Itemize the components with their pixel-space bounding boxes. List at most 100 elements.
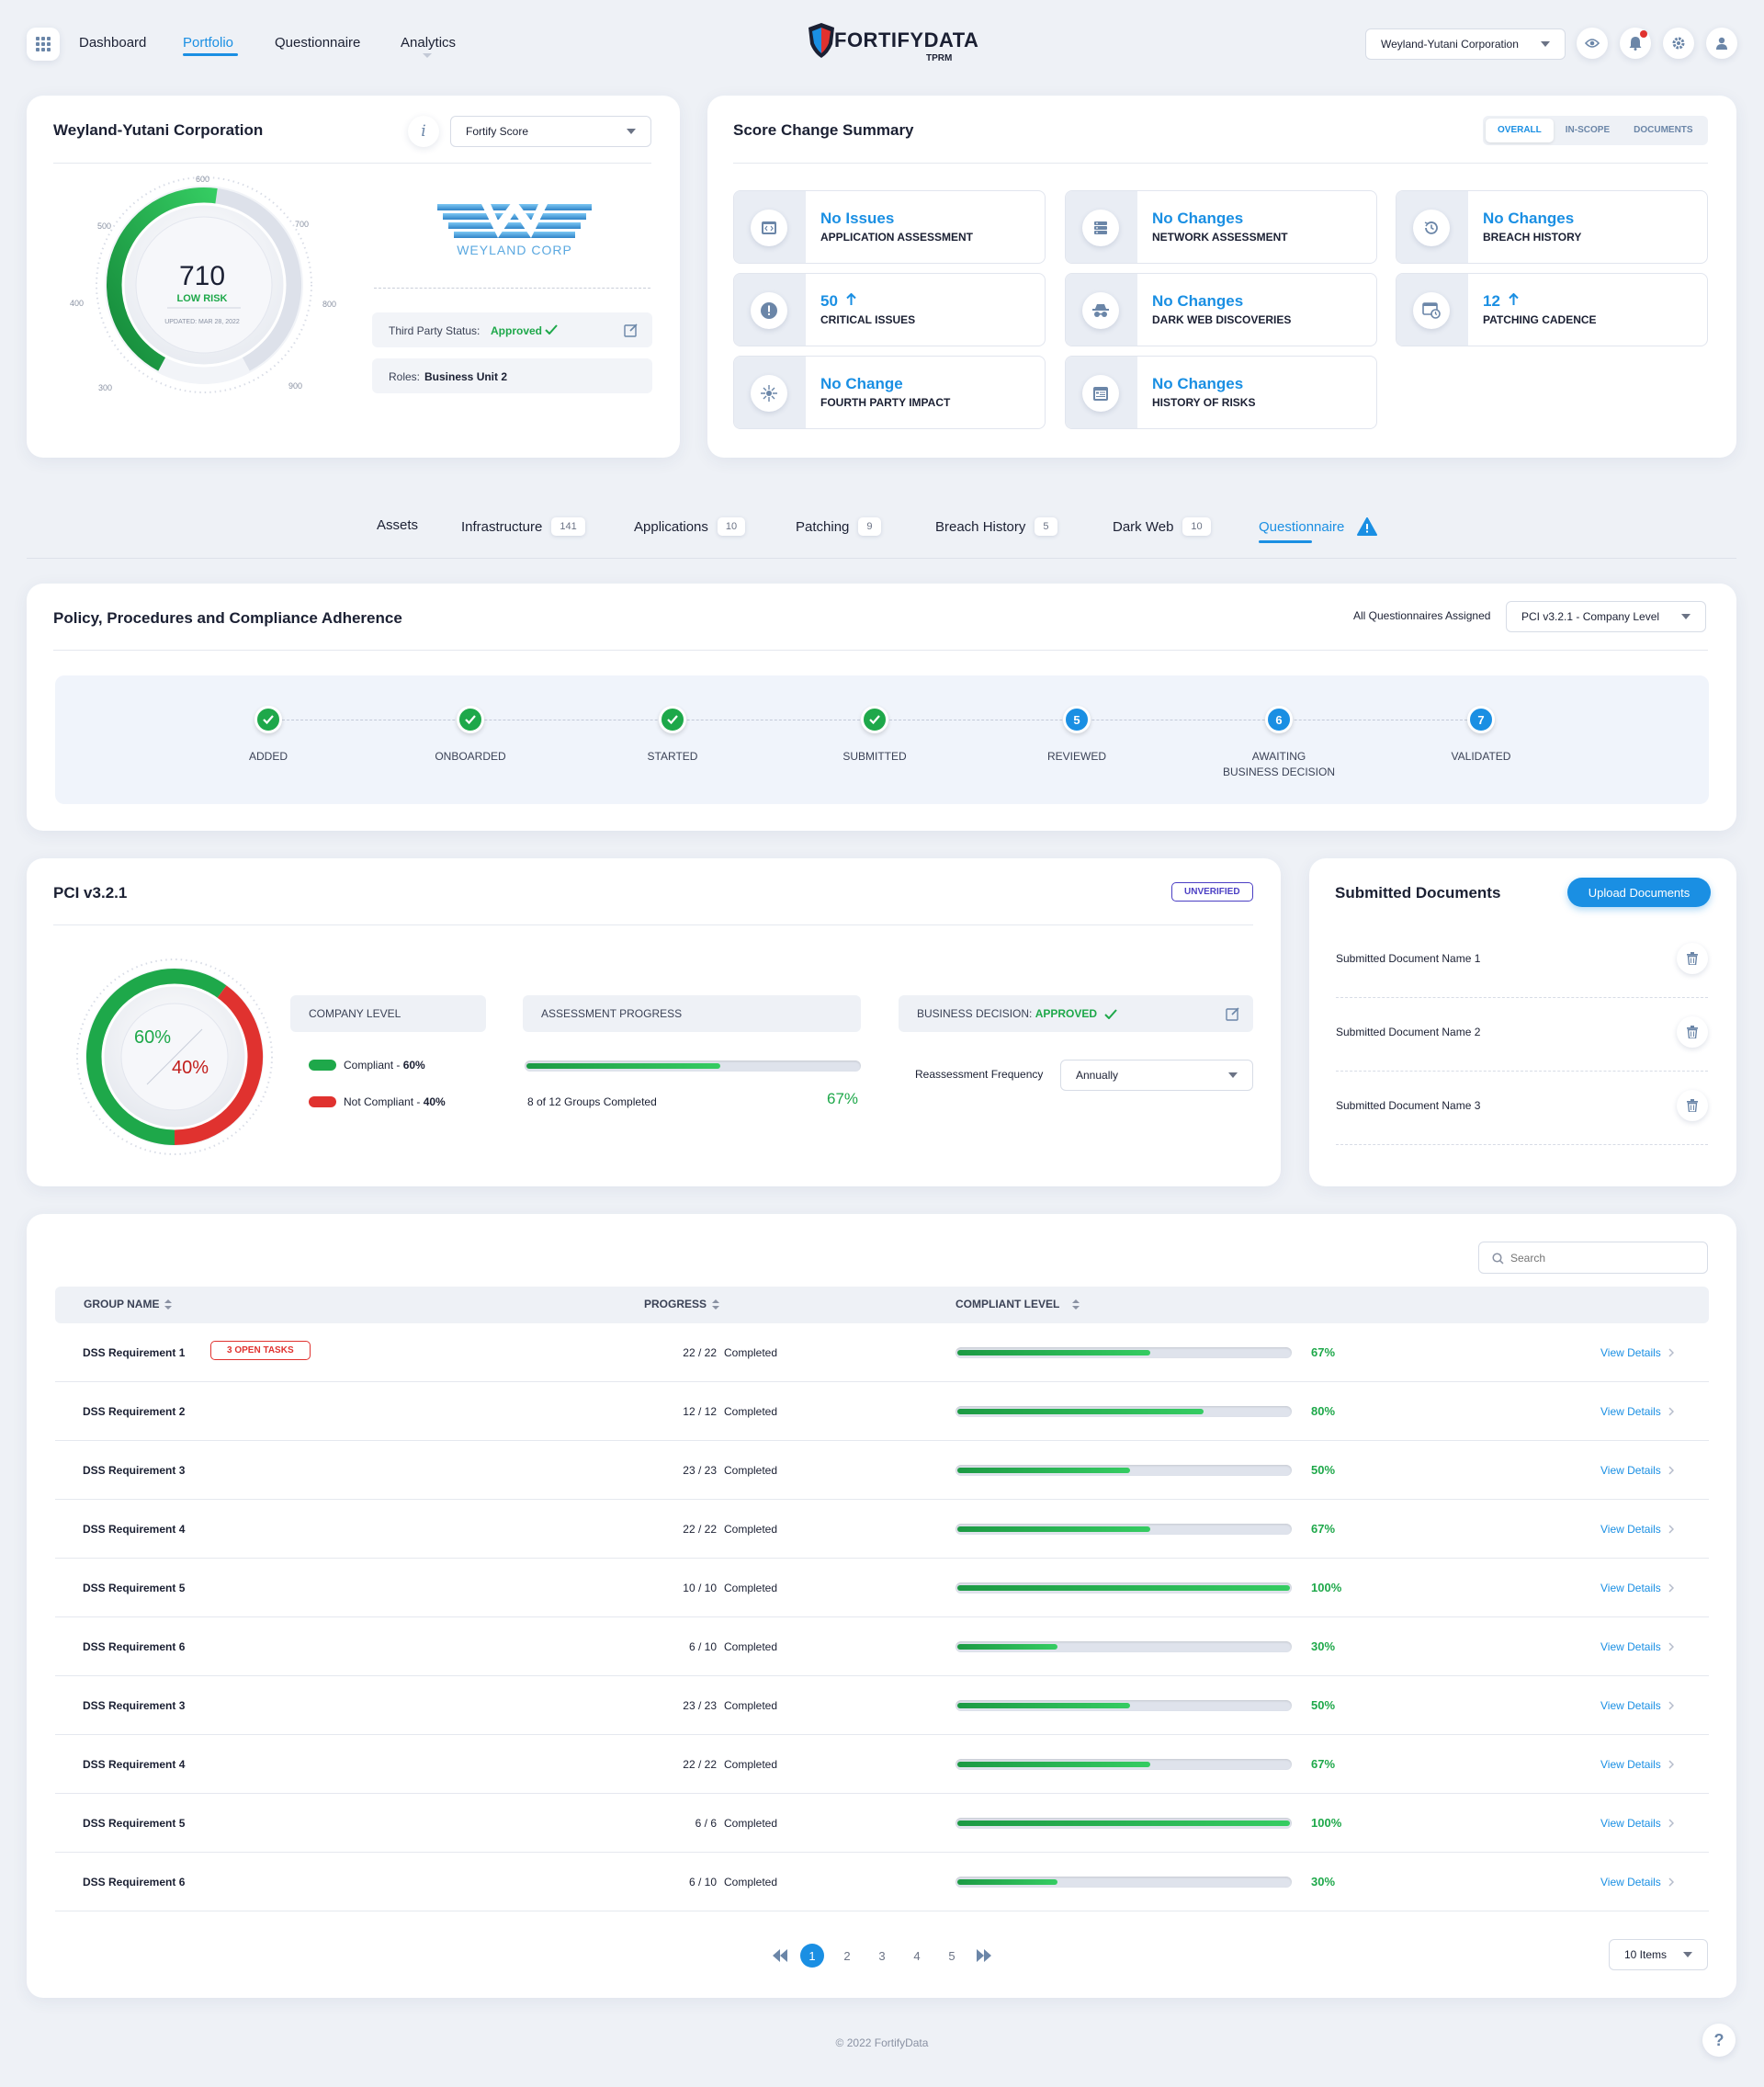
summary-card[interactable]: No Changes DARK WEB DISCOVERIES xyxy=(1065,273,1377,346)
brand-name: FORTIFYDATA xyxy=(834,28,979,51)
step-label-line: SUBMITTED xyxy=(842,750,907,763)
divider xyxy=(53,163,651,164)
gauge-mark: 700 xyxy=(295,220,310,229)
search-icon xyxy=(1492,1253,1504,1265)
summary-card-value: No Issues xyxy=(820,210,895,227)
summary-card[interactable]: No Issues APPLICATION ASSESSMENT xyxy=(733,190,1046,264)
score-summary-title: Score Change Summary xyxy=(733,121,914,139)
page-2-button[interactable]: 2 xyxy=(835,1944,859,1968)
last-page-button[interactable] xyxy=(976,1949,992,1962)
step-label-line: ADDED xyxy=(248,750,288,763)
gauge-mark: 900 xyxy=(288,381,303,391)
view-details-link[interactable]: View Details xyxy=(1600,1640,1674,1653)
summary-card[interactable]: 12 PATCHING CADENCE xyxy=(1396,273,1708,346)
calendar-icon xyxy=(1082,375,1119,412)
info-button[interactable]: i xyxy=(408,116,439,147)
nav-dashboard[interactable]: Dashboard xyxy=(79,35,146,51)
tab-count-badge: 141 xyxy=(551,517,585,536)
items-per-page-select[interactable]: 10 Items xyxy=(1609,1939,1708,1970)
compliance-percent: 50% xyxy=(1311,1698,1336,1712)
summary-card[interactable]: No Changes BREACH HISTORY xyxy=(1396,190,1708,264)
questionnaire-select[interactable]: PCI v3.2.1 - Company Level xyxy=(1506,601,1706,632)
help-button[interactable]: ? xyxy=(1702,2024,1736,2057)
col-progress[interactable]: PROGRESS xyxy=(644,1298,720,1310)
view-button[interactable] xyxy=(1577,28,1608,59)
tab-patching[interactable]: Patching 9 xyxy=(796,517,881,536)
summary-card[interactable]: No Changes NETWORK ASSESSMENT xyxy=(1065,190,1377,264)
step-submitted-label: SUBMITTED xyxy=(801,749,948,765)
view-details-label: View Details xyxy=(1600,1523,1661,1536)
table-row: DSS Requirement 2 12 / 12 Completed 80% View… xyxy=(55,1382,1709,1441)
apps-menu-button[interactable] xyxy=(27,28,60,61)
compliance-donut: 60% 40% xyxy=(74,956,276,1158)
upload-documents-button[interactable]: Upload Documents xyxy=(1567,878,1711,907)
delete-document-button[interactable] xyxy=(1677,1016,1708,1048)
chevron-right-icon xyxy=(1668,1819,1674,1828)
delete-document-button[interactable] xyxy=(1677,1090,1708,1121)
tab-assets[interactable]: Assets xyxy=(377,517,418,533)
first-page-button[interactable] xyxy=(772,1949,788,1962)
document-name[interactable]: Submitted Document Name 2 xyxy=(1336,1026,1480,1038)
compliance-percent: 50% xyxy=(1311,1463,1336,1477)
segment-overall[interactable]: OVERALL xyxy=(1486,119,1554,142)
divider xyxy=(53,650,1708,651)
brand-sub: TPRM xyxy=(926,53,953,63)
edit-decision-icon[interactable] xyxy=(1226,1006,1240,1021)
tab-questionnaire[interactable]: Questionnaire xyxy=(1259,517,1378,536)
spy-icon xyxy=(1082,292,1119,329)
view-details-link[interactable]: View Details xyxy=(1600,1405,1674,1418)
roles-label: Roles: xyxy=(389,370,421,383)
summary-card[interactable]: No Changes HISTORY OF RISKS xyxy=(1065,356,1377,429)
tab-breach-history[interactable]: Breach History 5 xyxy=(935,517,1057,536)
col-group-name[interactable]: GROUP NAME xyxy=(84,1298,173,1310)
check-icon xyxy=(667,715,678,724)
donut-svg xyxy=(76,958,273,1155)
settings-button[interactable] xyxy=(1663,28,1694,59)
edit-status-icon[interactable] xyxy=(624,323,639,337)
open-tasks-badge[interactable]: 3 OPEN TASKS xyxy=(210,1341,311,1360)
view-details-link[interactable]: View Details xyxy=(1600,1876,1674,1889)
page-5-button[interactable]: 5 xyxy=(940,1944,964,1968)
check-icon xyxy=(465,715,476,724)
view-details-link[interactable]: View Details xyxy=(1600,1758,1674,1771)
summary-card-label: PATCHING CADENCE xyxy=(1483,313,1597,326)
profile-button[interactable] xyxy=(1706,28,1737,59)
compliance-bar xyxy=(956,1582,1292,1594)
view-details-link[interactable]: View Details xyxy=(1600,1464,1674,1477)
compliance-percent: 67% xyxy=(1311,1345,1336,1359)
tab-infrastructure[interactable]: Infrastructure 141 xyxy=(461,517,585,536)
nav-questionnaire[interactable]: Questionnaire xyxy=(275,35,360,51)
score-type-select[interactable]: Fortify Score xyxy=(450,116,651,147)
segment-documents[interactable]: DOCUMENTS xyxy=(1622,119,1704,142)
document-name[interactable]: Submitted Document Name 3 xyxy=(1336,1099,1480,1112)
search-input[interactable] xyxy=(1510,1249,1694,1267)
page-1-button[interactable]: 1 xyxy=(800,1944,824,1968)
view-details-link[interactable]: View Details xyxy=(1600,1346,1674,1359)
page-3-button[interactable]: 3 xyxy=(870,1944,894,1968)
tab-dark-web[interactable]: Dark Web 10 xyxy=(1113,517,1211,536)
step-label-line: AWAITING xyxy=(1251,750,1306,763)
page-4-button[interactable]: 4 xyxy=(905,1944,929,1968)
nav-analytics[interactable]: Analytics xyxy=(401,35,456,51)
org-select[interactable]: Weyland-Yutani Corporation xyxy=(1365,28,1566,60)
delete-document-button[interactable] xyxy=(1677,943,1708,974)
compliance-bar xyxy=(956,1877,1292,1888)
view-details-link[interactable]: View Details xyxy=(1600,1699,1674,1712)
col-compliant-level[interactable]: COMPLIANT LEVEL xyxy=(956,1298,1080,1310)
segment-in-scope[interactable]: IN-SCOPE xyxy=(1554,119,1622,142)
compliance-percent: 67% xyxy=(1311,1757,1336,1771)
reassess-select[interactable]: Annually xyxy=(1060,1060,1253,1091)
document-name[interactable]: Submitted Document Name 1 xyxy=(1336,952,1480,965)
arrow-up-icon xyxy=(1509,293,1519,306)
col-progress-label: PROGRESS xyxy=(644,1298,707,1310)
decision-value: APPROVED xyxy=(1035,1007,1098,1020)
nav-portfolio[interactable]: Portfolio xyxy=(183,35,233,51)
summary-card[interactable]: 50 CRITICAL ISSUES xyxy=(733,273,1046,346)
view-details-link[interactable]: View Details xyxy=(1600,1817,1674,1830)
progress-status: Completed xyxy=(724,1523,778,1536)
notifications-button[interactable] xyxy=(1620,28,1651,59)
tab-applications[interactable]: Applications 10 xyxy=(634,517,746,536)
view-details-link[interactable]: View Details xyxy=(1600,1582,1674,1594)
view-details-link[interactable]: View Details xyxy=(1600,1523,1674,1536)
summary-card[interactable]: No Change FOURTH PARTY IMPACT xyxy=(733,356,1046,429)
